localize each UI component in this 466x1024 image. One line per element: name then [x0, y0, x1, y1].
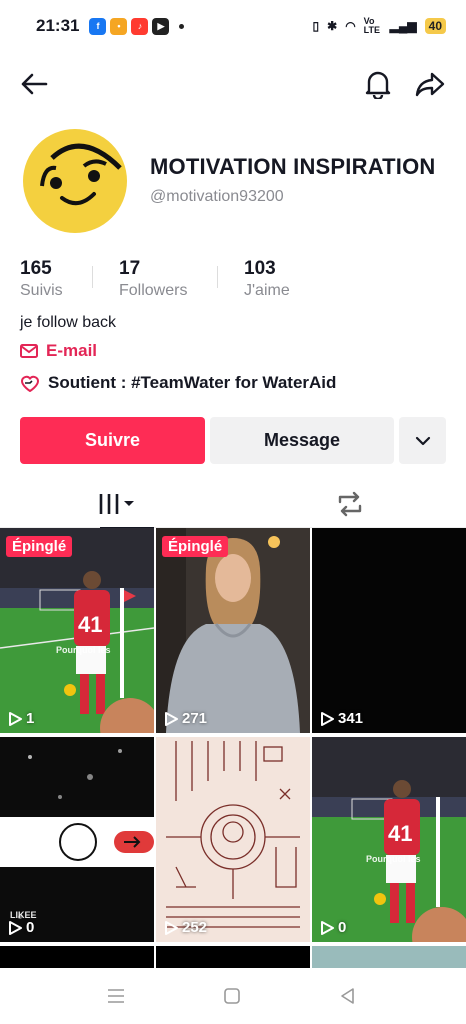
profile-handle: @motivation93200 [150, 188, 284, 205]
video-tile[interactable]: Épinglé 271 [156, 528, 310, 733]
video-thumbnail: 41 [0, 528, 154, 733]
video-tile[interactable]: 41 Pourquoi les Épinglé 1 [0, 528, 154, 733]
status-time: 21:31 [36, 16, 80, 35]
profile-display-name: MOTIVATION INSPIRATION [150, 154, 436, 179]
stat-label: J'aime [244, 282, 290, 299]
video-tile[interactable]: LIKEE 0 [0, 737, 154, 942]
pinned-badge: Épinglé [162, 536, 229, 557]
view-count-value: 0 [338, 919, 347, 936]
app-icon: • [110, 17, 128, 35]
support-link[interactable]: Soutient : #TeamWater for WaterAid [20, 373, 336, 393]
back-triangle-icon[interactable] [334, 982, 362, 1010]
video-caption-overlay: Pourquoi les [366, 854, 421, 864]
more-options-button[interactable] [399, 417, 446, 464]
video-grid: 41 Pourquoi les Épinglé 1 Épinglé 271 34… [0, 528, 466, 968]
menu-icon[interactable] [102, 982, 130, 1010]
view-count: 0 [320, 919, 346, 936]
stat-value: 17 [119, 258, 141, 279]
video-caption-overlay: Pourquoi les [56, 645, 111, 655]
share-icon[interactable] [410, 64, 450, 104]
play-icon [9, 920, 22, 935]
stat-label: Followers [119, 282, 188, 299]
video-tile[interactable] [0, 946, 154, 968]
profile-stats: 165 Suivis 17 Followers 103 J'aime [20, 258, 328, 304]
message-button[interactable]: Message [210, 417, 394, 464]
tab-reposts[interactable] [233, 480, 466, 528]
stat-followers[interactable]: 17 Followers [93, 258, 217, 304]
envelope-icon [20, 344, 38, 358]
view-count: 271 [164, 710, 207, 727]
facebook-icon: f [89, 17, 107, 35]
status-bar: 21:31 f • ♪ ▶ ▯ ✱ ◠ Vo LTE ▂▄▆ 40 [0, 0, 466, 52]
grid-icon [99, 494, 134, 514]
view-count-value: 1 [26, 710, 35, 727]
support-text: Soutient : #TeamWater for WaterAid [48, 373, 337, 392]
more-notifications-icon [179, 23, 185, 29]
play-icon [321, 711, 334, 726]
play-icon [165, 920, 178, 935]
wifi-icon: ◠ [345, 19, 356, 33]
view-count-value: 341 [338, 710, 364, 727]
notification-icons: f • ♪ ▶ [89, 17, 185, 35]
music-icon: ♪ [131, 17, 149, 35]
system-nav-bar [0, 968, 466, 1024]
play-icon [321, 920, 334, 935]
home-icon[interactable] [218, 982, 246, 1010]
tab-videos[interactable] [0, 480, 233, 529]
view-count: 1 [8, 710, 34, 727]
video-thumbnail [156, 737, 310, 942]
view-count: 341 [320, 710, 363, 727]
video-tile[interactable]: 341 [312, 528, 466, 733]
stat-label: Suivis [20, 282, 63, 299]
pinned-badge: Épinglé [6, 536, 73, 557]
bluetooth-icon: ✱ [327, 19, 338, 33]
email-label: E-mail [46, 341, 98, 360]
video-tile[interactable] [312, 946, 466, 968]
profile-tabs [0, 480, 466, 529]
email-link[interactable]: E-mail [20, 341, 97, 361]
charity-heart-icon [20, 375, 40, 392]
video-thumbnail: 41 [312, 737, 466, 942]
back-arrow-icon[interactable] [14, 64, 54, 104]
video-tile[interactable]: 252 [156, 737, 310, 942]
profile-bio: je follow back [20, 314, 117, 331]
bell-icon[interactable] [358, 64, 398, 104]
follow-button[interactable]: Suivre [20, 417, 205, 464]
stat-value: 165 [20, 258, 52, 279]
battery-indicator: 40 [424, 18, 446, 34]
repost-icon [338, 491, 361, 517]
video-tile[interactable]: 41 Pourquoi les 0 [312, 737, 466, 942]
play-icon [9, 711, 22, 726]
top-bar [0, 62, 466, 108]
view-count-value: 0 [26, 919, 35, 936]
stat-value: 103 [244, 258, 276, 279]
profile-actions: Suivre Message [20, 417, 446, 464]
avatar[interactable] [22, 128, 128, 234]
vibrate-icon: ▯ [312, 19, 320, 33]
svg-text:41: 41 [78, 612, 102, 637]
view-count: 0 [8, 919, 34, 936]
svg-text:41: 41 [388, 821, 412, 846]
network-type: Vo LTE [363, 16, 381, 35]
view-count-value: 252 [182, 919, 208, 936]
video-thumbnail [312, 528, 466, 733]
chevron-down-icon [415, 436, 430, 445]
video-tile[interactable] [156, 946, 310, 968]
play-icon [165, 711, 178, 726]
youtube-icon: ▶ [152, 17, 170, 35]
video-thumbnail [156, 528, 310, 733]
view-count: 252 [164, 919, 207, 936]
signal-icon: ▂▄▆ [389, 19, 417, 33]
stat-likes[interactable]: 103 J'aime [218, 258, 328, 304]
view-count-value: 271 [182, 710, 208, 727]
stat-following[interactable]: 165 Suivis [20, 258, 92, 304]
status-right: ▯ ✱ ◠ Vo LTE ▂▄▆ 40 [313, 17, 446, 35]
